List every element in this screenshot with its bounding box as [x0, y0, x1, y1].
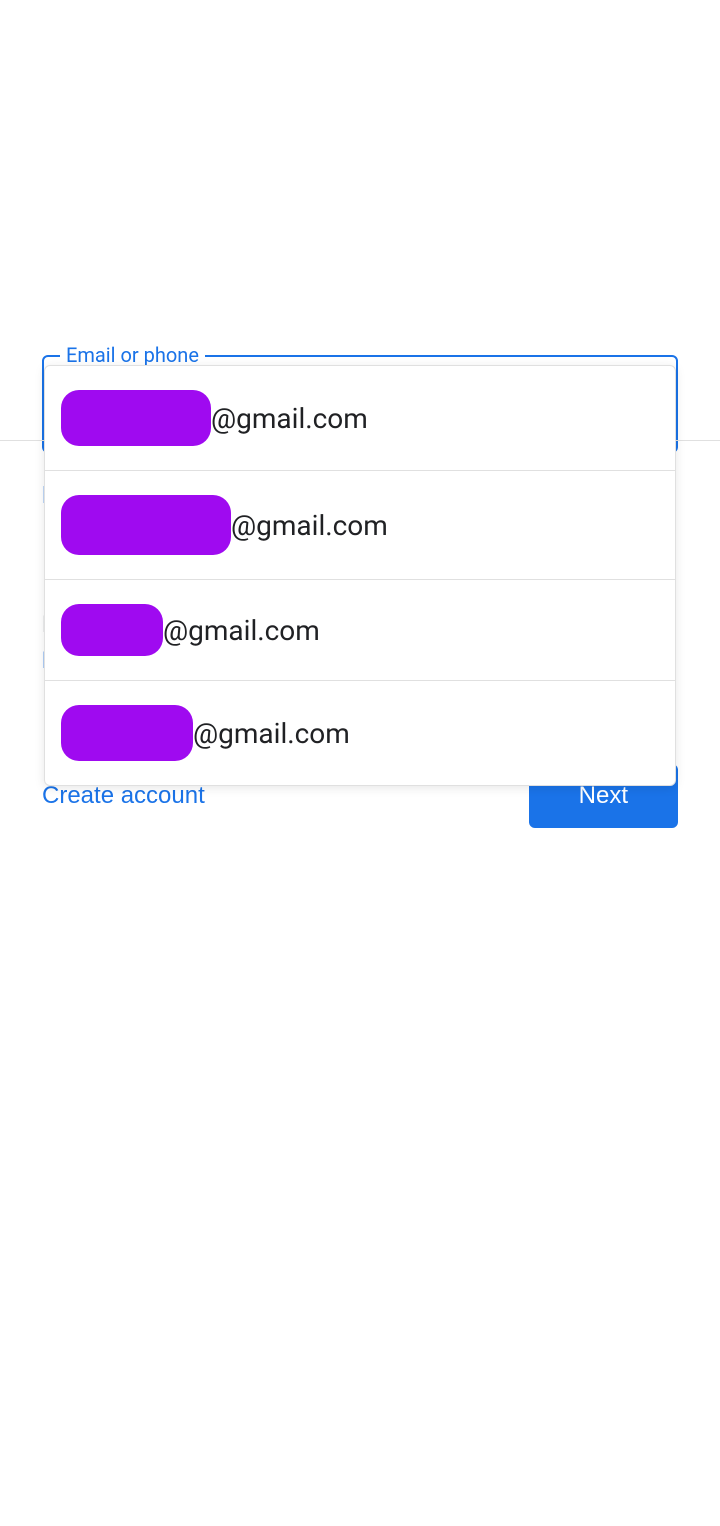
- autocomplete-dropdown: @gmail.com @gmail.com @gmail.com @gmail.…: [44, 365, 676, 786]
- autocomplete-suggestion[interactable]: @gmail.com: [45, 681, 675, 785]
- email-label: Email or phone: [60, 343, 205, 367]
- email-suffix: @gmail.com: [211, 402, 368, 435]
- create-account-button[interactable]: Create account: [42, 782, 205, 810]
- email-suffix: @gmail.com: [163, 614, 320, 647]
- redacted-username: [61, 495, 231, 555]
- email-suffix: @gmail.com: [231, 509, 388, 542]
- autocomplete-suggestion[interactable]: @gmail.com: [45, 580, 675, 681]
- autocomplete-suggestion[interactable]: @gmail.com: [45, 366, 675, 471]
- autocomplete-suggestion[interactable]: @gmail.com: [45, 471, 675, 580]
- email-suffix: @gmail.com: [193, 717, 350, 750]
- redacted-username: [61, 604, 163, 656]
- redacted-username: [61, 390, 211, 446]
- redacted-username: [61, 705, 193, 761]
